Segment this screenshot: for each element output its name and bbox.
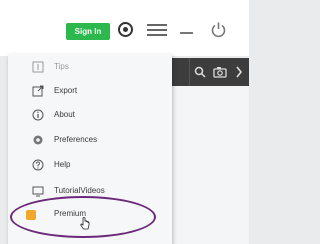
export-icon [32, 85, 44, 97]
power-icon[interactable] [210, 21, 227, 38]
hand-cursor-icon [80, 217, 90, 230]
chevron-right-icon[interactable] [235, 66, 243, 78]
menu-item-preferences[interactable]: Preferences [8, 130, 172, 152]
tips-icon [32, 61, 44, 73]
help-icon [32, 159, 44, 171]
menu-item-label: TutorialVideos [54, 186, 105, 195]
menu-item-tips[interactable]: Tips [8, 57, 172, 79]
content-panel [172, 86, 249, 244]
menu-item-label: About [54, 110, 75, 119]
menu-item-label: Tips [54, 62, 69, 71]
record-icon[interactable] [118, 22, 133, 37]
camera-icon[interactable] [213, 66, 227, 78]
menu-item-about[interactable]: About [8, 105, 172, 127]
toolbar-spacer [172, 58, 190, 86]
menu-item-label: Export [54, 86, 78, 95]
menu-item-label: Help [54, 160, 71, 169]
menu-item-export[interactable]: Export [8, 81, 172, 103]
gear-icon [33, 135, 43, 145]
minimize-icon[interactable] [180, 32, 193, 34]
info-icon [32, 109, 44, 121]
hamburger-menu-icon[interactable] [147, 24, 167, 36]
menu-item-help[interactable]: Help [8, 155, 172, 177]
search-icon[interactable] [194, 66, 206, 78]
top-bar: Sign In [0, 0, 249, 56]
video-icon [32, 186, 44, 197]
menu-item-label: Preferences [54, 135, 98, 144]
sign-in-button[interactable]: Sign In [66, 23, 110, 40]
side-toolbar [172, 58, 249, 86]
